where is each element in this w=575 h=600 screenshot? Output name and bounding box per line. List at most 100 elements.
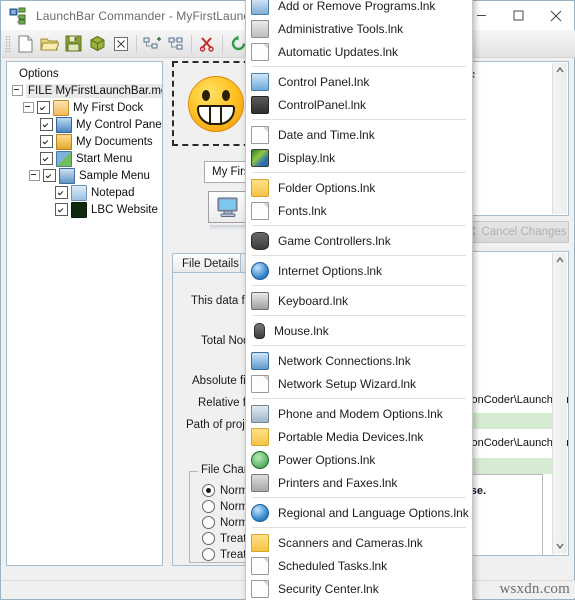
menu-item-label: ControlPanel.lnk (278, 97, 367, 112)
menu-separator (252, 497, 466, 498)
launchbar-icon (9, 7, 27, 25)
menu-item-security-center[interactable]: Security Center.lnk (246, 577, 472, 600)
menu-item-label: Network Setup Wizard.lnk (278, 376, 417, 391)
menu-item-display[interactable]: Display.lnk (246, 146, 472, 169)
menu-item-add-or-remove-programs[interactable]: Add or Remove Programs.lnk (246, 0, 472, 17)
expander-minus-icon[interactable] (23, 102, 34, 113)
gamepad-icon (251, 231, 269, 250)
icon-list-box[interactable] (463, 61, 569, 216)
new-file-icon[interactable] (13, 32, 37, 56)
menu-item-network-connections[interactable]: Network Connections.lnk (246, 349, 472, 372)
control-panel-icon (56, 116, 72, 133)
project-tree-panel[interactable]: Options FILE MyFirstLaunchBar.mcf My Fir… (6, 61, 163, 566)
menu-item-administrative-tools[interactable]: Administrative Tools.lnk (246, 17, 472, 40)
toolbar-separator-2 (191, 34, 192, 53)
menu-item-fonts[interactable]: Fonts.lnk (246, 199, 472, 222)
menu-item-phone-and-modem-options[interactable]: Phone and Modem Options.lnk (246, 402, 472, 425)
tree-item-root[interactable]: FILE MyFirstLaunchBar.mcf (7, 82, 162, 99)
checkbox-start-menu[interactable] (40, 152, 53, 165)
package-icon[interactable] (85, 32, 109, 56)
menu-item-printers-and-faxes[interactable]: Printers and Faxes.lnk (246, 471, 472, 494)
list-scrollbar[interactable] (552, 63, 567, 214)
path-row-highlighted[interactable] (464, 458, 553, 474)
tree-item-label: My First Dock (73, 101, 144, 114)
sample-menu-icon (59, 167, 75, 184)
checkbox-my-documents[interactable] (40, 135, 53, 148)
radio-button-icon[interactable] (202, 532, 215, 545)
checkbox-notepad[interactable] (55, 186, 68, 199)
radio-button-icon[interactable] (202, 516, 215, 529)
tree-item-start-menu[interactable]: Start Menu (7, 150, 162, 167)
toolbar-grip[interactable] (5, 34, 11, 53)
scroll-down-icon[interactable] (553, 539, 567, 553)
maximize-button[interactable] (500, 1, 537, 30)
radio-button-icon[interactable] (202, 500, 215, 513)
menu-item-date-and-time[interactable]: Date and Time.lnk (246, 123, 472, 146)
scroll-up-icon[interactable] (553, 63, 567, 77)
menu-item-network-setup-wizard[interactable]: Network Setup Wizard.lnk (246, 372, 472, 395)
tree-item-my-first-dock[interactable]: My First Dock (7, 99, 162, 116)
tree-item-lbc-website[interactable]: LBC Website (7, 201, 162, 218)
close-file-icon[interactable] (109, 32, 133, 56)
expander-minus-icon[interactable] (29, 170, 40, 181)
delete-node-icon[interactable] (195, 32, 219, 56)
checkbox-my-control-panel[interactable] (40, 118, 53, 131)
smiley-face-icon (188, 75, 244, 132)
menu-item-scanners-and-cameras[interactable]: Scanners and Cameras.lnk (246, 531, 472, 554)
menu-item-keyboard[interactable]: Keyboard.lnk (246, 289, 472, 312)
smiley-eye-left (202, 89, 210, 101)
menu-item-label: Internet Options.lnk (278, 263, 383, 278)
menu-item-internet-options[interactable]: Internet Options.lnk (246, 259, 472, 282)
tree-item-options[interactable]: Options (7, 65, 162, 82)
tree-item-my-documents[interactable]: My Documents (7, 133, 162, 150)
website-icon (71, 201, 87, 218)
add-node-icon[interactable] (140, 32, 164, 56)
radio-button-icon[interactable] (202, 484, 215, 497)
notepad-icon (71, 184, 87, 201)
menu-item-automatic-updates[interactable]: Automatic Updates.lnk (246, 40, 472, 63)
documents-icon (56, 133, 72, 150)
tree-item-my-control-panel[interactable]: My Control Panel (7, 116, 162, 133)
menu-item-controlpanel[interactable]: ControlPanel.lnk (246, 93, 472, 116)
start-menu-icon (56, 150, 72, 167)
internet-options-icon (251, 261, 269, 280)
menu-item-label: Printers and Faxes.lnk (278, 475, 398, 490)
control-panel-icon (251, 72, 269, 91)
path-row-highlighted[interactable] (464, 413, 553, 429)
paths-list-box[interactable]: tionCoder\LaunchBar tionCoder\LaunchBar … (463, 251, 569, 556)
menu-item-label: Security Center.lnk (278, 581, 379, 596)
scroll-up-icon[interactable] (553, 253, 567, 267)
menu-item-label: Administrative Tools.lnk (278, 21, 404, 36)
tree-item-sample-menu[interactable]: Sample Menu (7, 167, 162, 184)
tree-node-icon[interactable] (164, 32, 188, 56)
expander-minus-icon[interactable] (12, 85, 23, 96)
checkbox-my-first-dock[interactable] (37, 101, 50, 114)
window-controls (463, 1, 574, 30)
monitor-dark-icon (251, 95, 269, 114)
menu-item-power-options[interactable]: Power Options.lnk (246, 448, 472, 471)
tree-item-label: My Control Panel (76, 118, 163, 131)
checkbox-sample-menu[interactable] (43, 169, 56, 182)
menu-item-portable-media-devices[interactable]: Portable Media Devices.lnk (246, 425, 472, 448)
tab-file-details[interactable]: File Details (172, 253, 249, 273)
tree-item-notepad[interactable]: Notepad (7, 184, 162, 201)
menu-item-regional-and-language-options[interactable]: Regional and Language Options.lnk (246, 501, 472, 524)
close-button[interactable] (537, 1, 574, 30)
menu-item-game-controllers[interactable]: Game Controllers.lnk (246, 229, 472, 252)
path-row[interactable]: tionCoder\LaunchBar (464, 392, 568, 408)
shortcuts-dropdown-menu[interactable]: Add or Remove Programs.lnk Administrative… (245, 0, 473, 600)
path-row[interactable]: tionCoder\LaunchBar (464, 435, 568, 451)
menu-item-folder-options[interactable]: Folder Options.lnk (246, 176, 472, 199)
open-file-icon[interactable] (37, 32, 61, 56)
menu-item-mouse[interactable]: Mouse.lnk (246, 319, 472, 342)
menu-item-control-panel[interactable]: Control Panel.lnk (246, 70, 472, 93)
cancel-changes-button[interactable]: Cancel Changes (463, 221, 569, 243)
scanners-cameras-icon (251, 533, 269, 552)
paths-scrollbar[interactable] (552, 253, 567, 554)
checkbox-lbc-website[interactable] (55, 203, 68, 216)
menu-item-label: Fonts.lnk (278, 203, 327, 218)
phone-modem-icon (251, 404, 269, 423)
menu-item-scheduled-tasks[interactable]: Scheduled Tasks.lnk (246, 554, 472, 577)
save-file-icon[interactable] (61, 32, 85, 56)
radio-button-icon[interactable] (202, 548, 215, 561)
